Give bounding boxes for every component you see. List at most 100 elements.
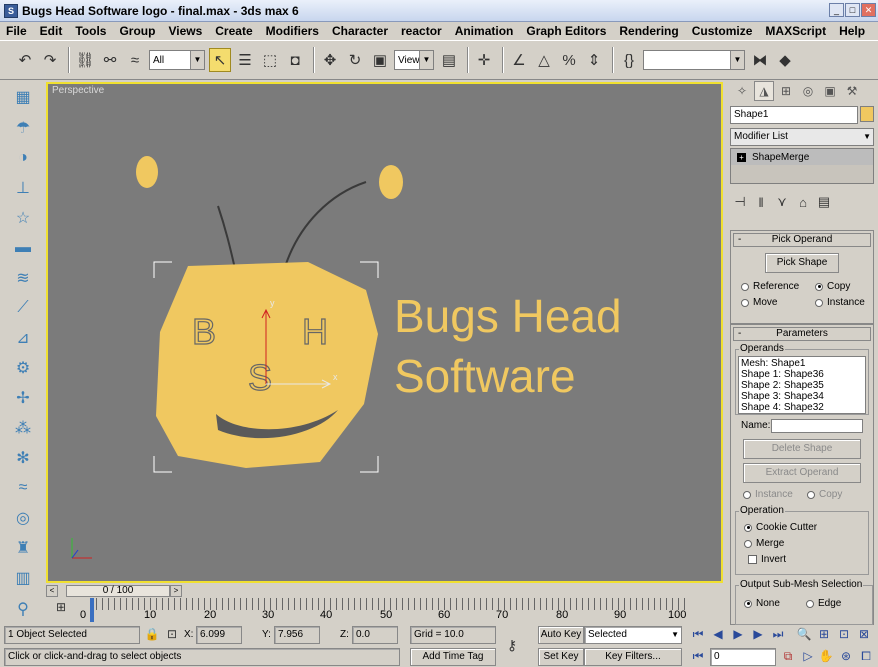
pin-stack-icon[interactable]: ⊣	[732, 194, 748, 210]
pivot-center-icon[interactable]: ▤	[438, 48, 460, 72]
select-object-icon[interactable]: ↖	[209, 48, 231, 72]
rectangular-selection-icon[interactable]: ⬚	[259, 48, 281, 72]
object-color-swatch[interactable]	[860, 106, 874, 122]
y-coordinate-field[interactable]: 7.956	[274, 626, 320, 644]
menu-animation[interactable]: Animation	[455, 24, 514, 38]
previous-frame-icon[interactable]: ◀	[710, 627, 726, 641]
remove-modifier-icon[interactable]: ⌂	[795, 195, 811, 210]
key-filters-button[interactable]: Key Filters...	[584, 648, 682, 666]
zoom-all-icon[interactable]: ⊞	[816, 627, 832, 641]
radio-move[interactable]: Move	[741, 297, 777, 308]
chevron-left-icon[interactable]: <	[46, 585, 58, 597]
make-unique-icon[interactable]: ⋎	[774, 194, 790, 210]
radio-extract-instance[interactable]: Instance	[743, 489, 793, 500]
lock-icon[interactable]: 🔒	[144, 627, 160, 641]
key-mode-dropdown[interactable]: Selected ▼	[584, 626, 682, 644]
auto-key-button[interactable]: Auto Key	[538, 626, 584, 644]
menu-file[interactable]: File	[6, 24, 27, 38]
key-mode-toggle-icon[interactable]: ⏮	[690, 649, 706, 664]
percent-snap-icon[interactable]: %	[558, 48, 580, 72]
dynamics-icon[interactable]: ✻	[9, 445, 37, 472]
window-crossing-icon[interactable]: ◘	[284, 48, 306, 72]
undo-icon[interactable]: ↶	[14, 48, 36, 72]
selection-filter-dropdown[interactable]: All ▼	[149, 50, 205, 70]
pick-shape-button[interactable]: Pick Shape	[765, 253, 839, 273]
list-item[interactable]: Mesh: Shape1	[741, 358, 863, 369]
object-name-field[interactable]: Shape1	[730, 106, 858, 124]
shapes-icon[interactable]: ☂	[9, 114, 37, 141]
operands-list[interactable]: Mesh: Shape1 Shape 1: Shape36 Shape 2: S…	[738, 356, 866, 414]
effects-icon[interactable]: ≈	[9, 475, 37, 502]
select-and-scale-icon[interactable]: ▣	[369, 48, 391, 72]
space-warps-icon[interactable]: ▬	[9, 234, 37, 261]
unlink-icon[interactable]: ⚯	[99, 48, 121, 72]
select-by-name-icon[interactable]: ☰	[234, 48, 256, 72]
angle-snap-icon[interactable]: △	[533, 48, 555, 72]
menu-graph-editors[interactable]: Graph Editors	[526, 24, 606, 38]
align-icon[interactable]: ◆	[774, 48, 796, 72]
maximize-viewport-icon[interactable]: ⧠	[858, 649, 874, 664]
close-button[interactable]: ✕	[861, 3, 876, 17]
spinner-snap-icon[interactable]: ⇕	[583, 48, 605, 72]
bind-space-warp-icon[interactable]: ≈	[124, 48, 146, 72]
absolute-mode-icon[interactable]: ⊡	[164, 627, 180, 641]
modifier-list-dropdown[interactable]: Modifier List ▼	[730, 128, 874, 146]
show-end-result-icon[interactable]: ‖	[753, 195, 769, 210]
list-item[interactable]: Shape 2: Shape35	[741, 380, 863, 391]
menu-rendering[interactable]: Rendering	[619, 24, 678, 38]
radio-cookie-cutter[interactable]: Cookie Cutter	[744, 522, 817, 533]
menu-tools[interactable]: Tools	[75, 24, 106, 38]
reference-coordinate-dropdown[interactable]: View ▼	[394, 50, 434, 70]
parameters-header[interactable]: - Parameters	[733, 327, 871, 341]
zoom-extents-icon[interactable]: ⊡	[836, 627, 852, 641]
go-to-end-icon[interactable]: ⏭	[770, 627, 786, 642]
reactor-icon[interactable]: ▥	[9, 565, 37, 592]
list-item[interactable]: Shape 4: Shape32	[741, 402, 863, 413]
extract-operand-button[interactable]: Extract Operand	[743, 463, 861, 483]
time-slider[interactable]: < 0 / 100 >	[46, 585, 723, 597]
menu-help[interactable]: Help	[839, 24, 865, 38]
add-time-tag-button[interactable]: Add Time Tag	[410, 648, 496, 666]
menu-character[interactable]: Character	[332, 24, 388, 38]
perspective-viewport[interactable]: Perspective B H S y x Bugs Head Software	[46, 82, 723, 583]
current-frame-field[interactable]: 0	[710, 648, 776, 666]
z-coordinate-field[interactable]: 0.0	[352, 626, 398, 644]
radio-reference[interactable]: Reference	[741, 281, 799, 292]
character-icon[interactable]: ♜	[9, 535, 37, 562]
select-and-rotate-icon[interactable]: ↻	[344, 48, 366, 72]
modeling-icon[interactable]: ⊿	[9, 325, 37, 352]
systems-icon[interactable]: ≋	[9, 264, 37, 291]
menu-group[interactable]: Group	[119, 24, 155, 38]
expand-icon[interactable]: +	[737, 152, 746, 162]
select-and-move-icon[interactable]: ✥	[319, 48, 341, 72]
manipulate-icon[interactable]: ✛	[473, 48, 495, 72]
pick-operand-header[interactable]: - Pick Operand	[733, 233, 871, 247]
current-frame-marker[interactable]	[90, 598, 94, 622]
maximize-button[interactable]: □	[845, 3, 860, 17]
delete-shape-button[interactable]: Delete Shape	[743, 439, 861, 459]
play-icon[interactable]: ▶	[730, 627, 746, 641]
zoom-extents-all-icon[interactable]: ⊠	[856, 627, 872, 641]
create-objects-icon[interactable]: ▦	[9, 84, 37, 111]
radio-instance[interactable]: Instance	[815, 297, 865, 308]
menu-customize[interactable]: Customize	[692, 24, 753, 38]
select-and-link-icon[interactable]: ⛓	[74, 48, 96, 72]
rendering-icon[interactable]: ◎	[9, 505, 37, 532]
snap-toggle-icon[interactable]: ∠	[508, 48, 530, 72]
modify-tab-icon[interactable]: ◮	[754, 81, 774, 101]
radio-extract-copy[interactable]: Copy	[807, 489, 842, 500]
set-key-button[interactable]: Set Key	[538, 648, 584, 666]
x-coordinate-field[interactable]: 6.099	[196, 626, 242, 644]
time-slider-thumb[interactable]: 0 / 100	[66, 585, 170, 597]
utilities-tab-icon[interactable]: ⚒	[842, 81, 862, 101]
modifiers-icon[interactable]: ⟋	[9, 294, 37, 321]
chevron-right-icon[interactable]: >	[170, 585, 182, 597]
track-bar[interactable]: ⊞ 0 10 20 30 40 50 60 70 80 90 100	[46, 598, 723, 622]
stack-item-shapemerge[interactable]: + ShapeMerge	[731, 149, 873, 165]
operand-name-field[interactable]	[771, 419, 863, 433]
bones-icon[interactable]: ⚲	[9, 595, 37, 622]
mirror-icon[interactable]: ⧓	[749, 48, 771, 72]
radio-output-edge[interactable]: Edge	[806, 598, 841, 609]
mini-curve-editor-icon[interactable]: ⊞	[56, 600, 72, 616]
helpers-icon[interactable]: ☆	[9, 204, 37, 231]
